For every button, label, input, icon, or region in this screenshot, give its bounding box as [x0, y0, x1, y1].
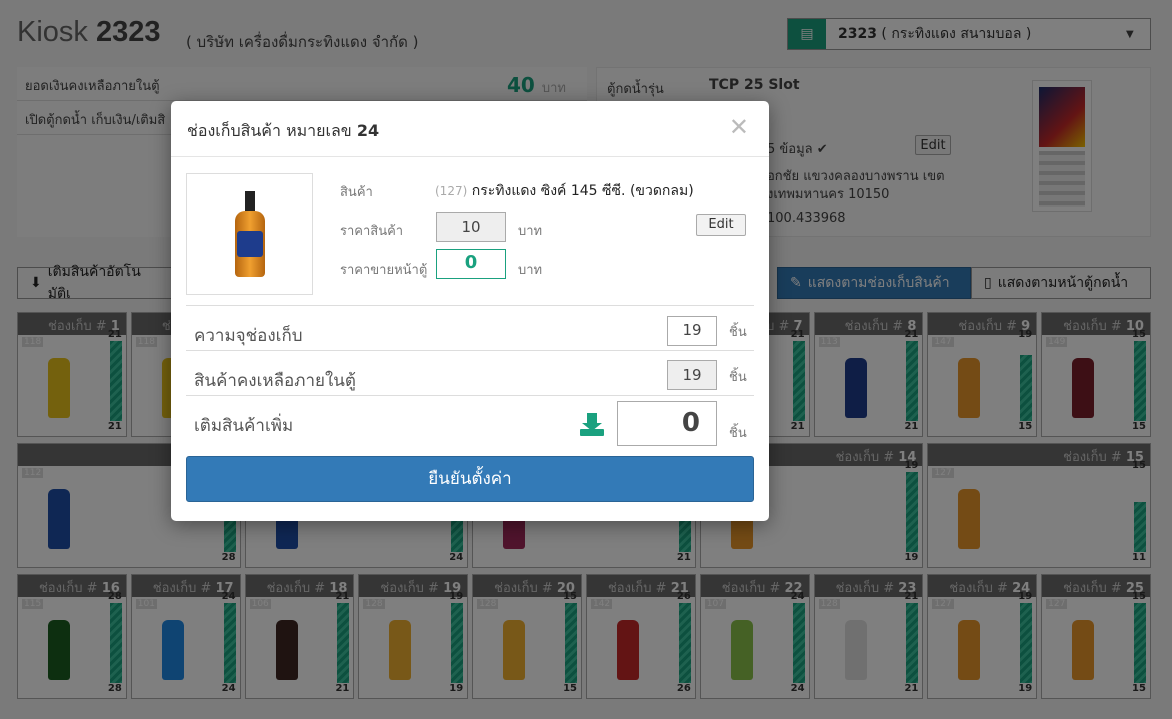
sell-price-unit: บาท	[518, 263, 543, 278]
capacity-label: ความจุช่องเก็บ	[194, 326, 303, 346]
remaining-unit: ชิ้น	[729, 370, 747, 385]
price-label: ราคาสินค้า	[340, 224, 404, 239]
capacity-unit: ชิ้น	[729, 325, 747, 340]
modal-header: ช่องเก็บสินค้า หมายเลข 24	[171, 101, 769, 157]
refill-label: เติมสินค้าเพิ่ม	[194, 416, 294, 436]
refill-quantity-input[interactable]: 0	[617, 401, 717, 446]
product-image	[186, 173, 313, 295]
sell-price-input[interactable]: 0	[436, 249, 506, 279]
price-value: 10	[436, 212, 506, 242]
price-edit-button[interactable]: Edit	[696, 214, 746, 236]
price-unit: บาท	[518, 224, 543, 239]
close-icon[interactable]: ✕	[729, 113, 749, 141]
product-label: สินค้า	[340, 185, 373, 200]
sell-price-label: ราคาขายหน้าตู้	[340, 263, 428, 278]
confirm-button[interactable]: ยืนยันตั้งค่า	[186, 456, 754, 502]
product-name: (127) กระทิงแดง ซิงค์ 145 ซีซี. (ขวดกลม)	[435, 183, 694, 199]
modal-title: ช่องเก็บสินค้า หมายเลข 24	[187, 121, 380, 140]
slot-edit-modal: ช่องเก็บสินค้า หมายเลข 24 ✕ สินค้า (127)…	[171, 101, 769, 521]
remaining-label: สินค้าคงเหลือภายในตู้	[194, 371, 356, 391]
capacity-input[interactable]: 19	[667, 316, 717, 346]
download-icon[interactable]	[580, 413, 604, 436]
refill-unit: ชิ้น	[729, 426, 747, 441]
remaining-value: 19	[667, 360, 717, 390]
